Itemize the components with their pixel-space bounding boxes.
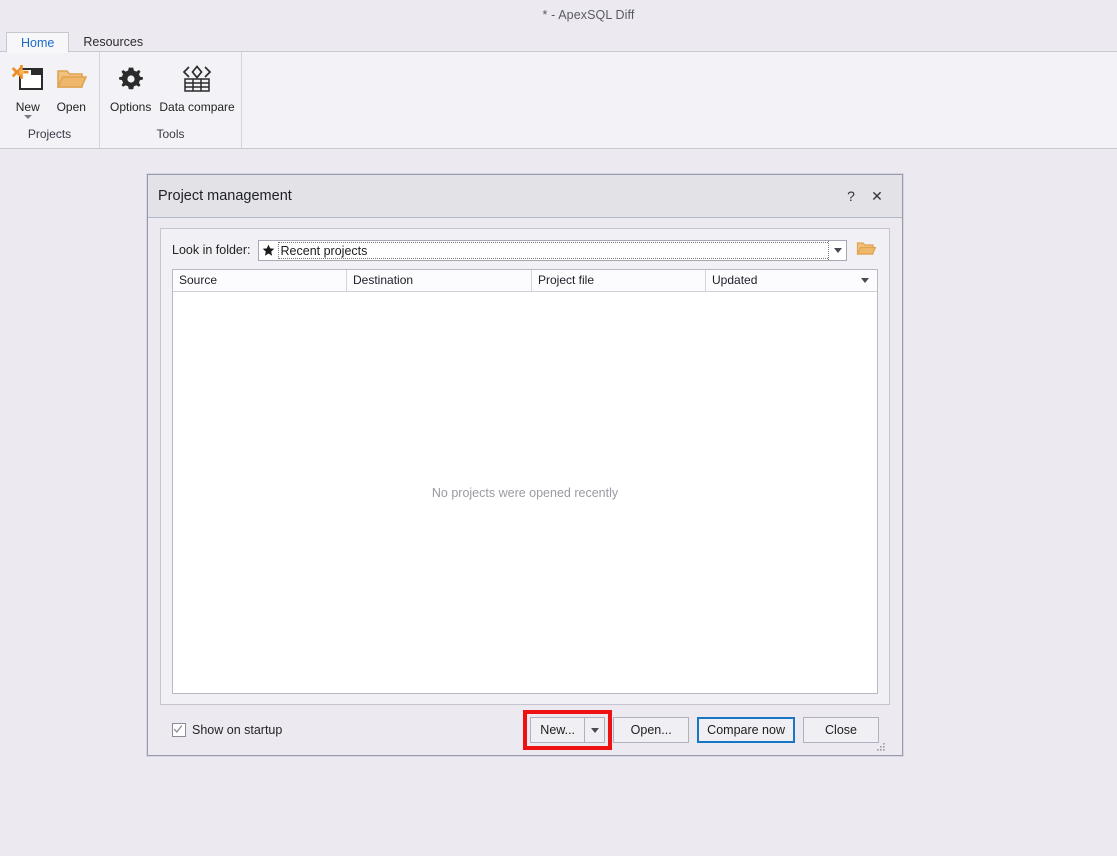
open-project-button-label: Open...	[630, 723, 672, 737]
show-on-startup-label: Show on startup	[192, 723, 283, 737]
ribbon-button-data-compare-label: Data compare	[159, 100, 235, 114]
compare-now-button-label: Compare now	[707, 723, 785, 737]
ribbon-group-projects-label: Projects	[27, 127, 72, 141]
show-on-startup-checkbox[interactable]: Show on startup	[161, 723, 522, 737]
close-dialog-button[interactable]: Close	[803, 717, 879, 743]
ribbon-body: New Open Projects Options Data compare T…	[0, 51, 1117, 149]
browse-folder-button[interactable]	[854, 240, 878, 261]
ribbon-button-data-compare[interactable]: Data compare	[155, 60, 238, 116]
help-icon: ?	[847, 188, 855, 204]
ribbon-filler	[242, 52, 1117, 148]
chevron-down-icon	[590, 727, 599, 733]
new-project-split-button[interactable]: New...	[523, 710, 613, 750]
close-icon: ✕	[871, 187, 883, 204]
new-project-icon	[11, 62, 44, 96]
column-header-source[interactable]: Source	[173, 270, 347, 291]
tab-home-label: Home	[21, 36, 55, 50]
dialog-content-panel: Look in folder: Recent projects Source D…	[160, 228, 890, 705]
tab-home[interactable]: Home	[6, 32, 70, 53]
ribbon-button-options-label: Options	[110, 100, 152, 114]
chevron-down-icon[interactable]	[23, 115, 32, 119]
projects-grid-empty-message: No projects were opened recently	[431, 485, 619, 500]
open-folder-icon	[55, 62, 88, 96]
checkbox-box	[172, 723, 186, 737]
help-button[interactable]: ?	[838, 183, 864, 209]
ribbon-tabstrip: Home Resources	[0, 30, 1117, 53]
column-header-destination[interactable]: Destination	[347, 270, 532, 291]
window-titlebar: * - ApexSQL Diff	[0, 0, 1117, 30]
app-title: * - ApexSQL Diff	[542, 8, 635, 22]
ribbon-group-tools: Options Data compare Tools	[100, 52, 242, 148]
dialog-header: Project management ? ✕	[148, 175, 902, 218]
dialog-title: Project management	[158, 188, 292, 204]
column-header-project-file[interactable]: Project file	[532, 270, 706, 291]
compare-now-button[interactable]: Compare now	[697, 717, 795, 743]
ribbon: Home Resources New Open Projects Options…	[0, 30, 1117, 149]
look-in-folder-combobox[interactable]: Recent projects	[257, 239, 847, 261]
dialog-body: Look in folder: Recent projects Source D…	[148, 218, 902, 755]
data-compare-icon	[181, 62, 213, 96]
project-management-dialog: Project management ? ✕ Look in folder: R…	[147, 174, 903, 756]
look-in-folder-row: Look in folder: Recent projects	[172, 239, 878, 261]
ribbon-button-options[interactable]: Options	[106, 60, 155, 116]
new-project-dropdown-button[interactable]	[584, 717, 606, 743]
look-in-folder-label: Look in folder:	[172, 243, 251, 257]
ribbon-group-projects: New Open Projects	[0, 52, 100, 148]
new-project-button-label: New...	[540, 723, 576, 737]
dialog-footer: Show on startup New... Open... Compare n…	[160, 705, 890, 755]
gear-icon	[116, 62, 146, 96]
tab-resources[interactable]: Resources	[69, 32, 157, 53]
ribbon-group-tools-label: Tools	[156, 127, 185, 141]
ribbon-button-open[interactable]: Open	[50, 60, 94, 116]
projects-grid[interactable]: Source Destination Project file Updated …	[172, 269, 878, 694]
column-header-updated[interactable]: Updated	[706, 270, 853, 291]
open-project-button[interactable]: Open...	[613, 717, 690, 743]
close-button[interactable]: ✕	[864, 183, 890, 209]
look-in-folder-value[interactable]: Recent projects	[277, 241, 828, 259]
close-dialog-button-label: Close	[825, 723, 857, 737]
tab-resources-label: Resources	[83, 35, 144, 49]
ribbon-button-open-label: Open	[56, 100, 86, 114]
chevron-down-glyph	[833, 247, 842, 253]
resize-grip[interactable]	[876, 741, 886, 751]
column-filter-button[interactable]	[853, 270, 877, 291]
ribbon-button-new-label: New	[15, 100, 40, 114]
projects-grid-header: Source Destination Project file Updated	[173, 270, 877, 292]
chevron-down-icon[interactable]	[828, 240, 846, 260]
star-icon	[259, 244, 278, 257]
browse-folder-icon	[856, 240, 877, 260]
ribbon-button-new[interactable]: New	[6, 60, 50, 121]
new-project-button[interactable]: New...	[530, 717, 585, 743]
filter-chevron-icon	[861, 278, 869, 283]
